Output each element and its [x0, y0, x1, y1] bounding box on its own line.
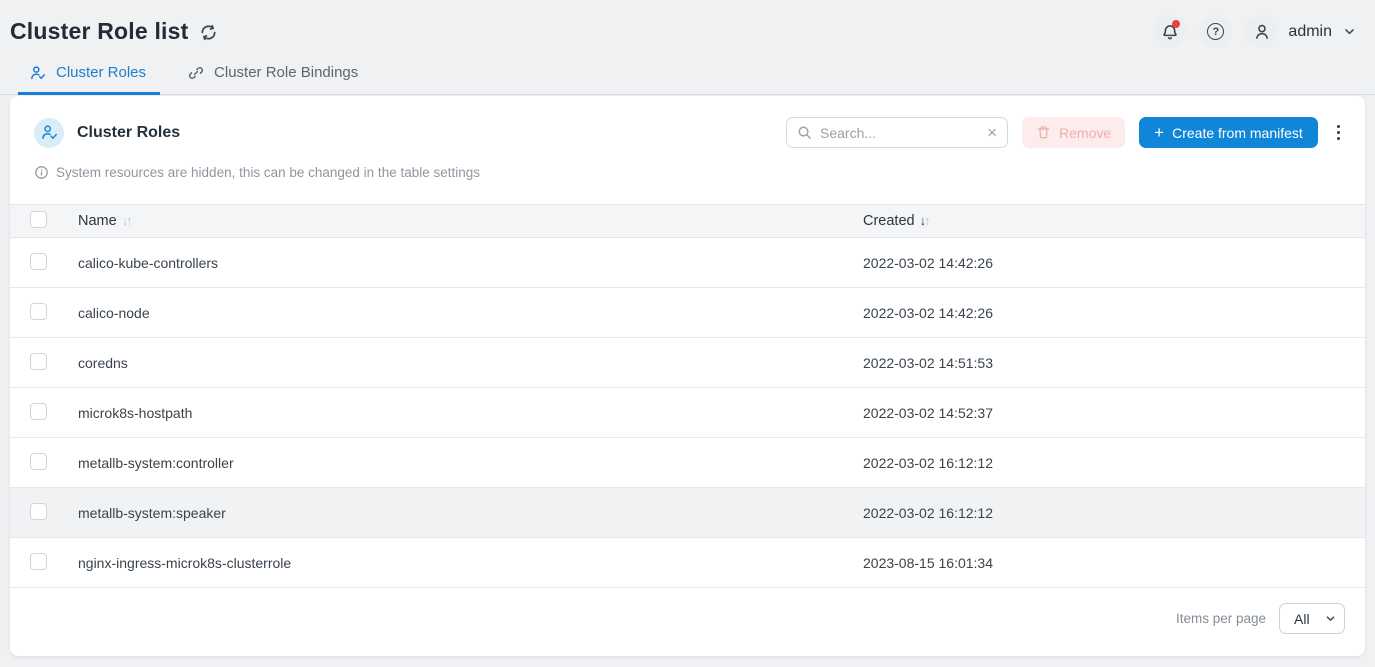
search-icon — [797, 125, 812, 140]
notification-dot — [1172, 20, 1180, 28]
row-checkbox[interactable] — [30, 403, 47, 420]
items-per-page-select[interactable]: All — [1279, 603, 1345, 634]
tab-bar: Cluster Roles Cluster Role Bindings — [0, 50, 1375, 95]
row-created: 2022-03-02 14:52:37 — [863, 405, 1365, 421]
sort-asc-icon: ↑ — [126, 213, 131, 228]
table-row[interactable]: calico-node 2022-03-02 14:42:26 — [10, 288, 1365, 338]
refresh-icon[interactable] — [199, 23, 218, 42]
user-avatar-button[interactable] — [1245, 15, 1278, 48]
tab-cluster-roles[interactable]: Cluster Roles — [18, 64, 160, 95]
user-menu[interactable]: admin — [1245, 15, 1357, 48]
kebab-menu-button[interactable] — [1332, 119, 1345, 146]
table-row[interactable]: calico-kube-controllers 2022-03-02 14:42… — [10, 238, 1365, 288]
remove-button[interactable]: Remove — [1022, 117, 1125, 148]
column-header-created[interactable]: Created↓↑ — [863, 213, 1365, 229]
create-label: Create from manifest — [1172, 125, 1303, 141]
table-row[interactable]: metallb-system:speaker 2022-03-02 16:12:… — [10, 488, 1365, 538]
trash-icon — [1036, 125, 1051, 140]
row-checkbox[interactable] — [30, 453, 47, 470]
table-row[interactable]: coredns 2022-03-02 14:51:53 — [10, 338, 1365, 388]
notifications-button[interactable] — [1153, 15, 1186, 48]
person-check-icon — [30, 65, 46, 81]
table-header: Name↓↑ Created↓↑ — [10, 204, 1365, 238]
row-checkbox[interactable] — [30, 303, 47, 320]
table-body: calico-kube-controllers 2022-03-02 14:42… — [10, 238, 1365, 588]
page-header: Cluster Role list ? admin — [0, 0, 1375, 50]
tab-cluster-role-bindings[interactable]: Cluster Role Bindings — [176, 64, 372, 95]
help-button[interactable]: ? — [1199, 15, 1232, 48]
row-created: 2023-08-15 16:01:34 — [863, 555, 1365, 571]
info-text: System resources are hidden, this can be… — [56, 165, 480, 180]
items-per-page-label: Items per page — [1176, 611, 1266, 626]
info-icon — [34, 165, 49, 180]
row-created: 2022-03-02 16:12:12 — [863, 455, 1365, 471]
row-created: 2022-03-02 16:12:12 — [863, 505, 1365, 521]
column-header-name[interactable]: Name↓↑ — [78, 213, 863, 229]
row-name: coredns — [78, 355, 863, 371]
row-checkbox[interactable] — [30, 253, 47, 270]
tab-label: Cluster Role Bindings — [214, 64, 358, 81]
cluster-roles-icon — [34, 118, 64, 148]
row-created: 2022-03-02 14:51:53 — [863, 355, 1365, 371]
create-from-manifest-button[interactable]: + Create from manifest — [1139, 117, 1318, 148]
search-input[interactable] — [820, 125, 979, 141]
row-name: metallb-system:speaker — [78, 505, 863, 521]
plus-icon: + — [1154, 124, 1164, 141]
table-row[interactable]: nginx-ingress-microk8s-clusterrole 2023-… — [10, 538, 1365, 588]
row-name: microk8s-hostpath — [78, 405, 863, 421]
cluster-roles-table: Name↓↑ Created↓↑ calico-kube-controllers… — [10, 204, 1365, 588]
row-checkbox[interactable] — [30, 353, 47, 370]
table-footer: Items per page All — [10, 588, 1365, 634]
row-name: nginx-ingress-microk8s-clusterrole — [78, 555, 863, 571]
row-name: metallb-system:controller — [78, 455, 863, 471]
row-created: 2022-03-02 14:42:26 — [863, 255, 1365, 271]
row-name: calico-kube-controllers — [78, 255, 863, 271]
info-note: System resources are hidden, this can be… — [34, 165, 1365, 180]
row-created: 2022-03-02 14:42:26 — [863, 305, 1365, 321]
select-all-checkbox[interactable] — [30, 211, 47, 228]
row-name: calico-node — [78, 305, 863, 321]
row-checkbox[interactable] — [30, 503, 47, 520]
clear-search-icon[interactable]: × — [987, 124, 997, 141]
remove-label: Remove — [1059, 125, 1111, 141]
person-icon — [1253, 23, 1271, 41]
items-per-page-select-wrap: All — [1279, 603, 1345, 634]
row-checkbox[interactable] — [30, 553, 47, 570]
panel-title: Cluster Roles — [77, 124, 180, 142]
search-box: × — [786, 117, 1008, 148]
tab-label: Cluster Roles — [56, 64, 146, 81]
page-title: Cluster Role list — [10, 18, 189, 45]
help-icon: ? — [1207, 23, 1224, 40]
table-row[interactable]: microk8s-hostpath 2022-03-02 14:52:37 — [10, 388, 1365, 438]
sort-asc-icon: ↑ — [924, 213, 929, 228]
cluster-roles-panel: Cluster Roles × Remove + Create from man… — [10, 96, 1365, 656]
username[interactable]: admin — [1288, 23, 1332, 41]
table-row[interactable]: metallb-system:controller 2022-03-02 16:… — [10, 438, 1365, 488]
link-icon — [188, 65, 204, 81]
chevron-down-icon[interactable] — [1342, 24, 1357, 39]
